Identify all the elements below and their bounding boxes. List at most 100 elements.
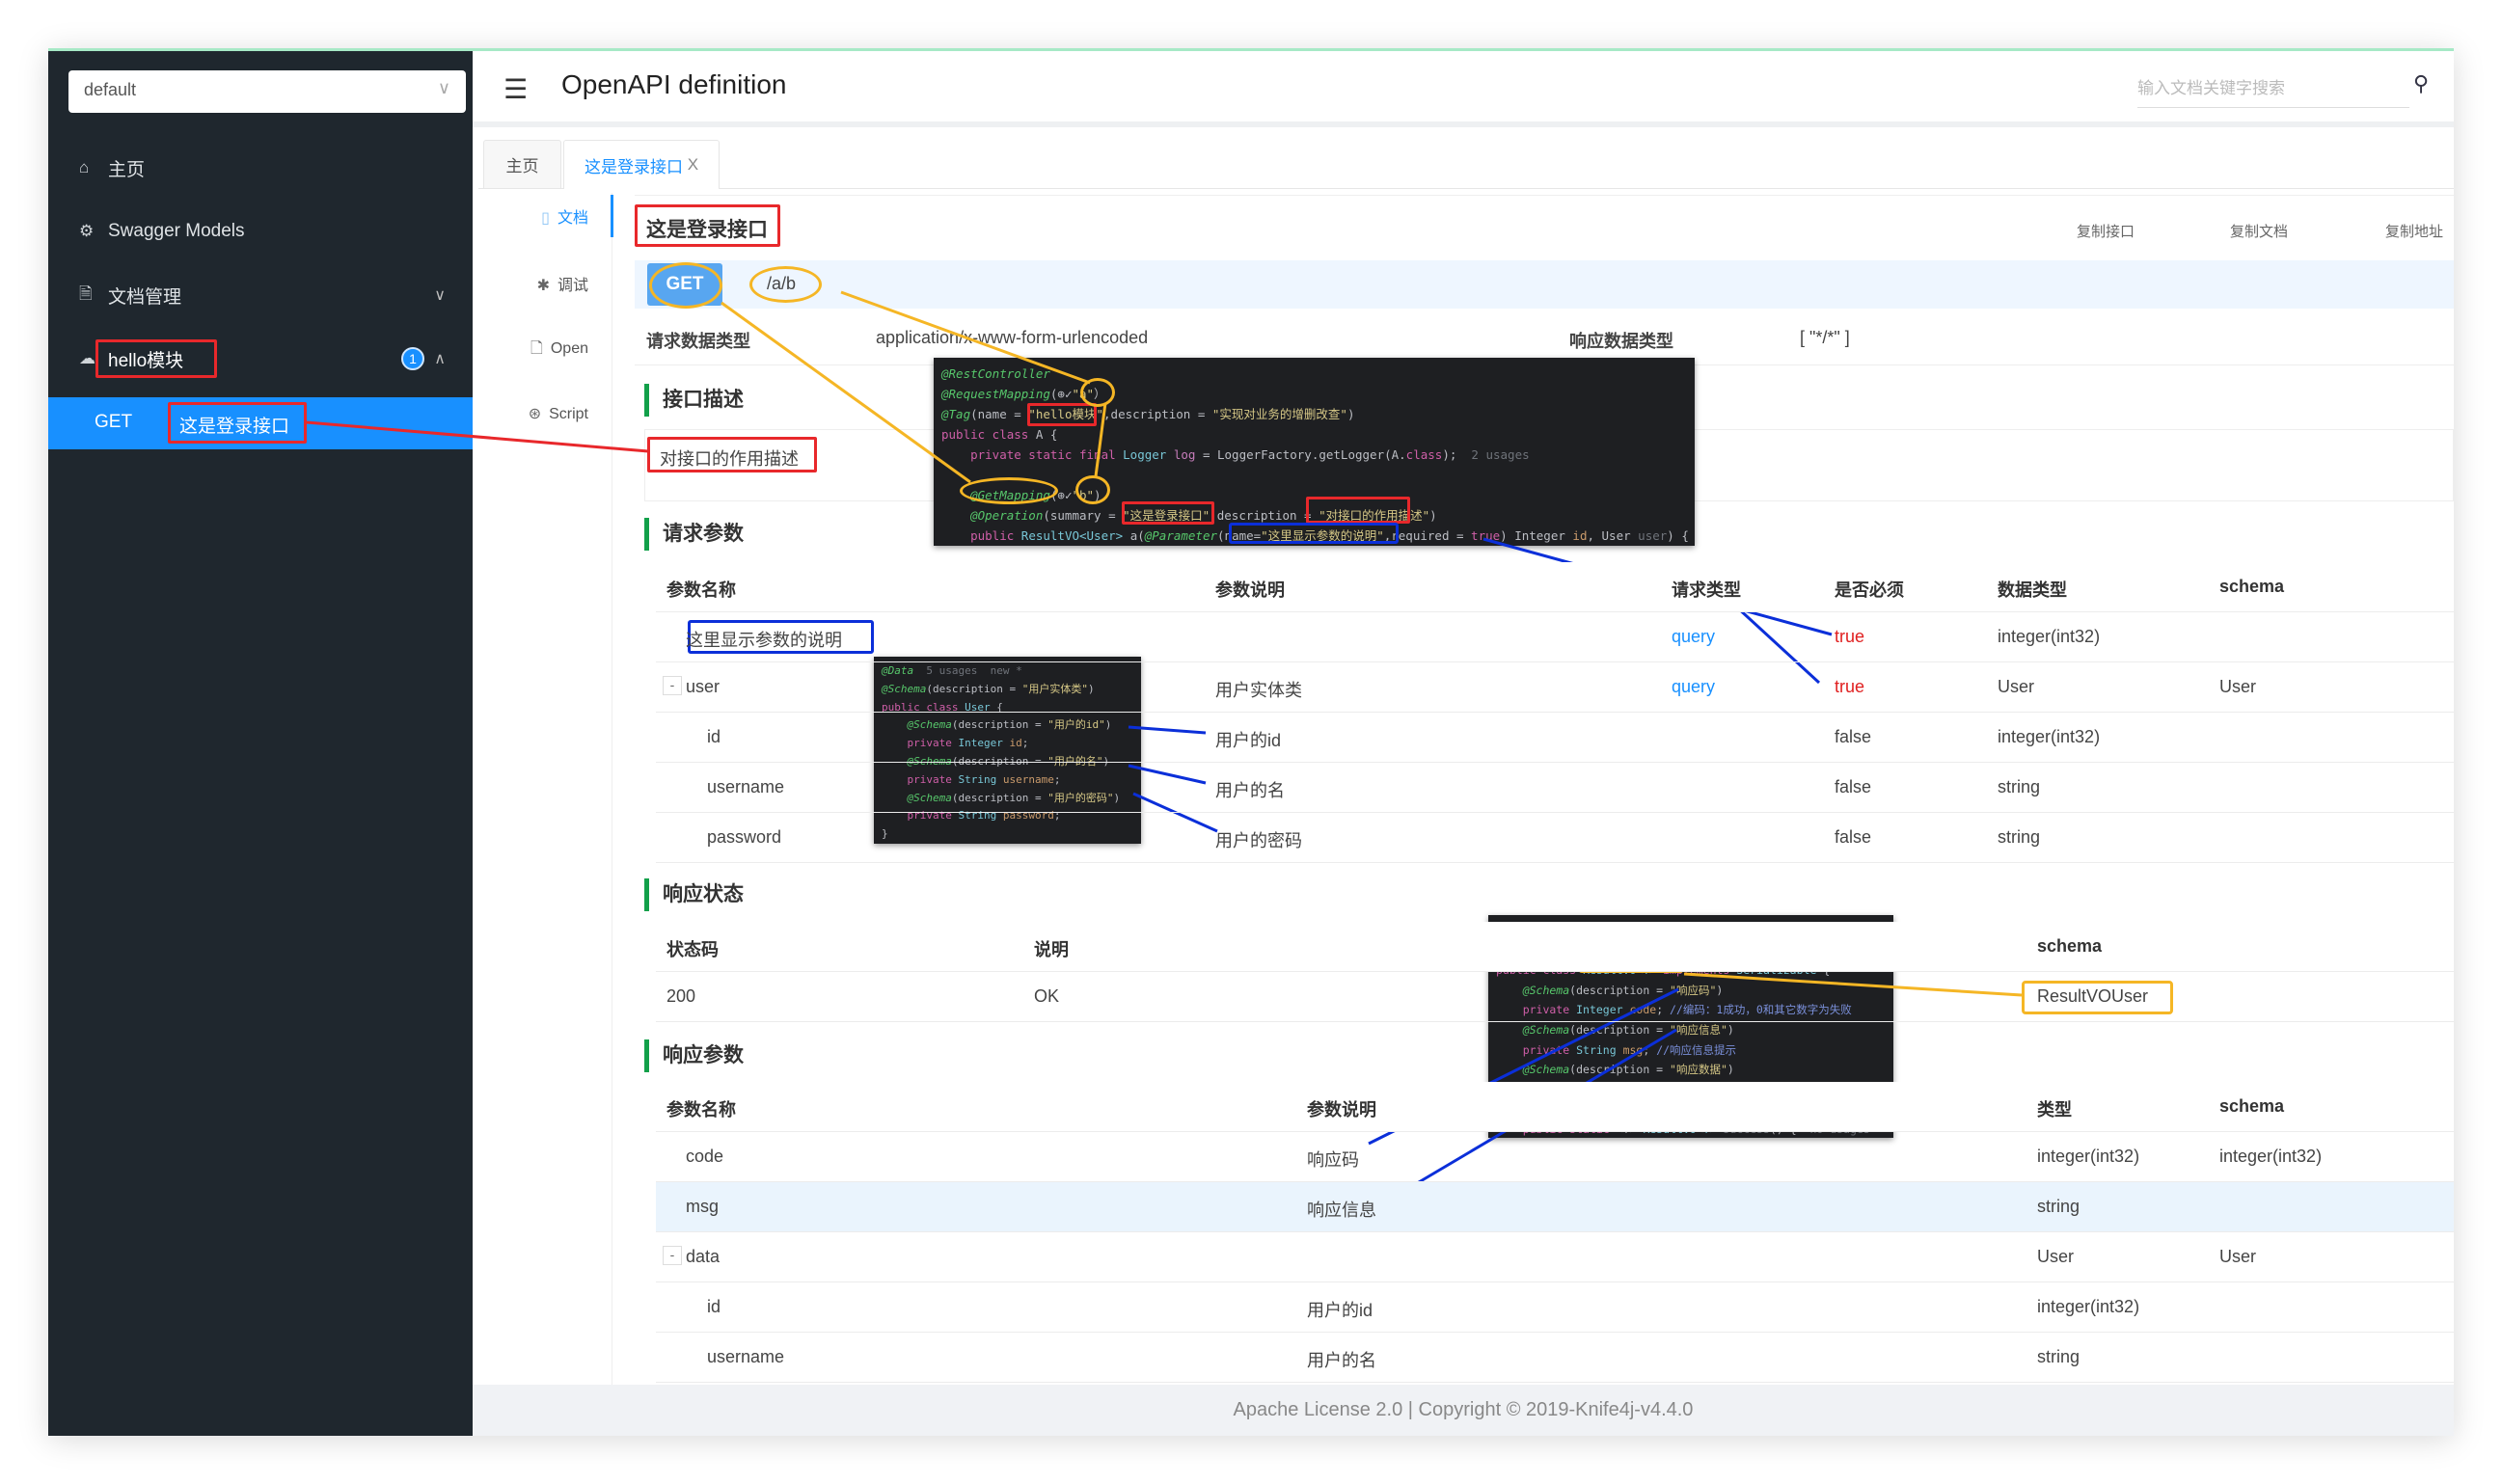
code-token: true bbox=[1471, 528, 1501, 543]
table-header-row: 参数名称 参数说明 请求类型 是否必须 数据类型 schema bbox=[656, 562, 2454, 612]
cell-schema: User bbox=[2219, 677, 2257, 696]
code-token: ResultVO<User> bbox=[1020, 528, 1130, 543]
cell-name: data bbox=[686, 1247, 721, 1266]
doc-manage-icon: 🗎 bbox=[79, 283, 93, 303]
cell-type: User bbox=[1998, 677, 2035, 696]
column-header: 数据类型 bbox=[1998, 580, 2067, 600]
column-header: schema bbox=[2037, 936, 2103, 956]
tab-home[interactable]: 主页 bbox=[483, 140, 561, 188]
code-token: @RestController bbox=[941, 366, 1050, 381]
code-token: 2 usages bbox=[1471, 447, 1530, 462]
response-type-value: [ "*/*" ] bbox=[1800, 328, 1850, 347]
code-token: = LoggerFactory.getLogger(A. bbox=[1195, 447, 1406, 462]
cell-name: id bbox=[707, 727, 721, 746]
cell-desc: 用户的名 bbox=[1215, 781, 1285, 800]
search-icon[interactable]: ⚲ bbox=[2413, 71, 2429, 96]
table-header-row: 参数名称 参数说明 类型 schema bbox=[656, 1082, 2454, 1132]
code-token: ) { bbox=[1667, 528, 1689, 543]
cell-desc: 用户的id bbox=[1215, 731, 1282, 750]
cell-required: false bbox=[1835, 827, 1872, 847]
cell-desc: 用户实体类 bbox=[1215, 681, 1302, 700]
code-token: ) bbox=[1727, 1022, 1734, 1037]
code-token: "响应数据" bbox=[1670, 1063, 1727, 1077]
column-header: 参数说明 bbox=[1215, 580, 1285, 600]
code-token: @Tag bbox=[941, 407, 971, 421]
code-token: private static final bbox=[941, 447, 1124, 462]
copy-doc-button[interactable]: 复制文档 bbox=[2230, 221, 2288, 241]
code-token: "响应信息" bbox=[1670, 1022, 1727, 1037]
chevron-down-icon: ∨ bbox=[434, 287, 446, 304]
app-title: OpenAPI definition bbox=[561, 69, 787, 99]
chevron-up-icon: ∧ bbox=[434, 351, 446, 367]
annotation-red-box bbox=[168, 402, 307, 444]
cell-desc: 用户的id bbox=[1307, 1301, 1373, 1320]
close-icon[interactable]: X bbox=[688, 155, 698, 175]
column-header: schema bbox=[2219, 1096, 2285, 1116]
copy-api-button[interactable]: 复制接口 bbox=[2077, 221, 2135, 241]
code-token: ) Integer bbox=[1500, 528, 1573, 543]
column-header: 说明 bbox=[1034, 940, 1069, 959]
cell-schema: User bbox=[2219, 1247, 2257, 1266]
expand-toggle[interactable]: - bbox=[663, 1246, 682, 1265]
subnav-script[interactable]: ⊛ Script bbox=[482, 404, 588, 423]
script-icon: ⊛ bbox=[528, 406, 542, 422]
response-type-label: 响应数据类型 bbox=[1569, 332, 1673, 351]
cell-code: 200 bbox=[666, 986, 696, 1006]
table-row: id 用户的id false integer(int32) bbox=[656, 713, 2454, 763]
cell-required: true bbox=[1835, 677, 1865, 696]
section-response-params: 响应参数 bbox=[644, 1039, 744, 1072]
table-row: username 用户的名 false string bbox=[656, 763, 2454, 813]
code-line: @RestController bbox=[941, 364, 1687, 384]
search-input[interactable]: 输入文档关键字搜索 bbox=[2137, 69, 2409, 108]
group-select[interactable]: default ∨ bbox=[68, 70, 466, 113]
file-icon: 🗋 bbox=[530, 340, 543, 357]
subnav-doc[interactable]: ▯ 文档 bbox=[482, 204, 588, 228]
footer: Apache License 2.0 | Copyright © 2019-Kn… bbox=[473, 1385, 2454, 1436]
subnav-open[interactable]: 🗋 Open bbox=[482, 337, 588, 364]
annotation-orange-oval bbox=[1080, 378, 1115, 407]
subnav-debug[interactable]: ✱ 调试 bbox=[482, 272, 588, 295]
code-line: public class A { bbox=[941, 424, 1687, 445]
code-token: //响应信息提示 bbox=[1656, 1042, 1737, 1057]
copy-address-button[interactable]: 复制地址 bbox=[2385, 221, 2443, 241]
code-token: ) bbox=[1346, 407, 1355, 421]
column-header: 参数名称 bbox=[666, 1100, 736, 1120]
table-row: code 响应码 integer(int32) integer(int32) bbox=[656, 1132, 2454, 1182]
chevron-down-icon: ∨ bbox=[437, 78, 450, 97]
code-token: ); bbox=[1442, 447, 1472, 462]
code-token: (⊕✓ bbox=[1049, 387, 1073, 401]
code-token: ,description = bbox=[1210, 508, 1319, 523]
column-header: schema bbox=[2219, 577, 2285, 596]
annotation-blue-box bbox=[1229, 523, 1399, 544]
sidebar-item-swagger-models[interactable]: ⚙ Swagger Models bbox=[48, 202, 473, 260]
cell-type: string bbox=[2037, 1347, 2080, 1366]
code-token: ; bbox=[1643, 1042, 1657, 1057]
column-header: 参数说明 bbox=[1307, 1100, 1376, 1120]
column-header: 参数名称 bbox=[666, 580, 736, 600]
code-token: ,description = bbox=[1103, 407, 1212, 421]
tab-label: 主页 bbox=[505, 157, 539, 175]
code-token: (description = bbox=[1569, 1063, 1671, 1077]
code-token: class bbox=[1405, 447, 1443, 462]
menu-toggle-icon[interactable]: ☰ bbox=[503, 73, 528, 105]
code-token: msg bbox=[1622, 1042, 1644, 1057]
tab-login-endpoint[interactable]: 这是登录接口 X bbox=[563, 140, 720, 189]
cell-required: false bbox=[1835, 727, 1872, 746]
section-request-params: 请求参数 bbox=[644, 518, 744, 551]
annotation-orange-oval bbox=[649, 262, 722, 309]
divider bbox=[635, 195, 2454, 196]
code-token: Logger bbox=[1123, 447, 1174, 462]
code-token: id bbox=[1572, 528, 1588, 543]
sidebar-item-doc-manage[interactable]: 🗎 文档管理 ∨ bbox=[48, 266, 473, 324]
annotation-red-box bbox=[635, 204, 780, 247]
annotation-orange-oval bbox=[960, 477, 1058, 504]
expand-toggle[interactable]: - bbox=[663, 676, 682, 695]
cell-type: string bbox=[2037, 1197, 2080, 1216]
cell-type: string bbox=[1998, 777, 2041, 796]
sidebar-item-home[interactable]: ⌂ 主页 bbox=[48, 139, 473, 197]
cell-name: username bbox=[707, 1347, 785, 1366]
cell-type: User bbox=[2037, 1247, 2075, 1266]
cell-name: user bbox=[686, 677, 721, 696]
column-header: 类型 bbox=[2037, 1100, 2072, 1120]
